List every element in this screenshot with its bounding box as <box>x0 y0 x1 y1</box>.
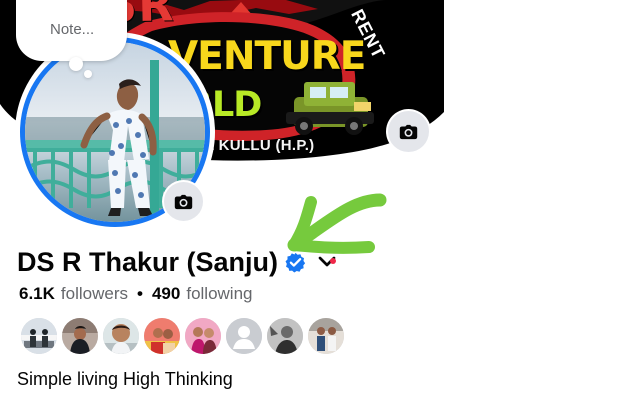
profile-stats: 6.1K followers • 490 following <box>19 283 253 305</box>
note-placeholder: Note... <box>50 21 95 38</box>
friend-avatar-6[interactable] <box>226 318 262 354</box>
friend-avatar-image <box>185 318 221 354</box>
friend-avatar-image <box>267 318 303 354</box>
following-count[interactable]: 490 <box>152 284 180 304</box>
followers-label[interactable]: followers <box>61 284 128 304</box>
friend-avatar-image <box>21 318 57 354</box>
friend-avatar-image <box>103 318 139 354</box>
friend-avatar-image <box>226 318 262 354</box>
stats-separator: • <box>137 284 143 303</box>
profile-name-row: DS R Thakur (Sanju) <box>17 246 337 278</box>
friend-avatar-image <box>308 318 344 354</box>
friend-avatar-2[interactable] <box>62 318 98 354</box>
note-bubble[interactable]: Note... <box>16 0 127 78</box>
friend-avatar-3[interactable] <box>103 318 139 354</box>
friend-avatar-7[interactable] <box>267 318 303 354</box>
notification-dot <box>330 258 336 264</box>
note-bubble-main[interactable]: Note... <box>16 0 127 61</box>
friend-avatar-image <box>62 318 98 354</box>
following-label[interactable]: following <box>186 284 252 304</box>
note-bubble-dot <box>69 57 83 71</box>
profile-bio: Simple living High Thinking <box>17 369 233 389</box>
cover-camera-button[interactable] <box>388 111 429 152</box>
friends-avatar-strip[interactable] <box>21 318 344 354</box>
verified-badge-icon[interactable] <box>285 252 306 273</box>
friend-avatar-image <box>144 318 180 354</box>
followers-count[interactable]: 6.1K <box>19 284 55 304</box>
camera-icon <box>174 194 193 209</box>
friend-avatar-4[interactable] <box>144 318 180 354</box>
friend-avatar-8[interactable] <box>308 318 344 354</box>
friend-avatar-5[interactable] <box>185 318 221 354</box>
friend-avatar-1[interactable] <box>21 318 57 354</box>
note-bubble-small-dot <box>84 70 92 78</box>
camera-icon <box>399 124 418 139</box>
profile-camera-button[interactable] <box>164 182 203 221</box>
profile-name: DS R Thakur (Sanju) <box>17 246 279 277</box>
